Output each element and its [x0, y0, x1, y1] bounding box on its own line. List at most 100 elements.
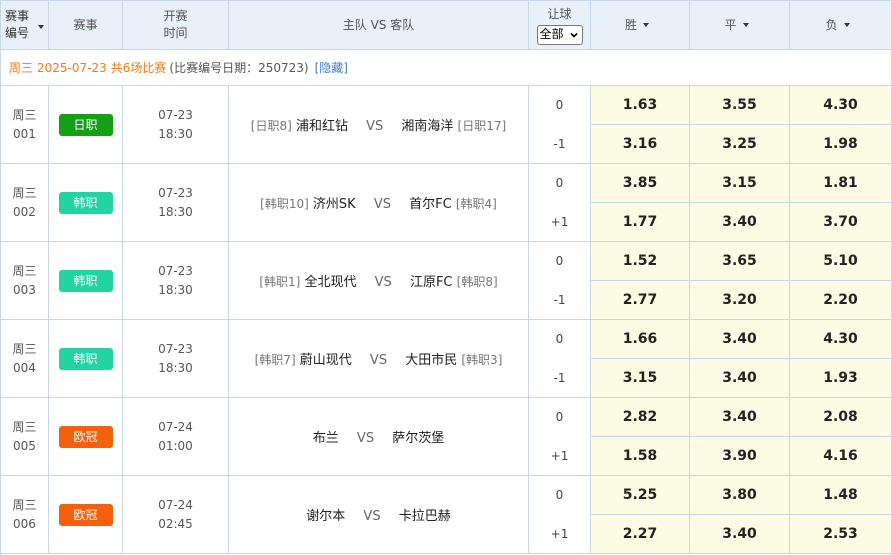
odds-button[interactable]: 1.63: [591, 86, 689, 125]
home-team[interactable]: 谢尔本: [306, 509, 345, 524]
lose-odds: 4.30 1.93: [790, 320, 891, 397]
league-badge[interactable]: 韩职: [58, 269, 113, 292]
odds-button[interactable]: 3.25: [690, 124, 789, 163]
odds-button[interactable]: 2.27: [591, 514, 689, 553]
league-badge[interactable]: 欧冠: [58, 503, 113, 526]
league-cell: 韩职: [49, 320, 123, 397]
home-team[interactable]: 全北现代: [304, 275, 356, 290]
handicap-filter-select[interactable]: 全部: [536, 24, 583, 45]
odds-button[interactable]: 1.98: [790, 124, 891, 163]
kickoff-time: 07-23 18:30: [123, 86, 229, 163]
league-cell: 韩职: [49, 242, 123, 319]
away-team[interactable]: 大田市民: [405, 353, 457, 368]
odds-button[interactable]: 3.90: [690, 436, 789, 475]
home-team[interactable]: 蔚山现代: [300, 353, 352, 368]
away-team[interactable]: 湘南海洋: [401, 119, 453, 134]
lose-odds: 5.10 2.20: [790, 242, 891, 319]
handicap-cell: 0 +1: [529, 164, 591, 241]
odds-button[interactable]: 2.77: [591, 280, 689, 319]
home-rank: [韩职10]: [260, 197, 309, 211]
draw-odds: 3.40 3.40: [690, 320, 790, 397]
odds-button[interactable]: 3.40: [690, 514, 789, 553]
draw-odds: 3.15 3.40: [690, 164, 790, 241]
league-badge[interactable]: 欧冠: [58, 425, 113, 448]
odds-button[interactable]: 4.30: [790, 86, 891, 125]
odds-button[interactable]: 5.10: [790, 242, 891, 281]
header-match-no[interactable]: 赛事 编号: [1, 1, 49, 49]
date-info-bar: 周三 2025-07-23 共6场比赛 (比赛编号日期：250723) [隐藏]: [1, 50, 891, 86]
draw-odds: 3.40 3.90: [690, 398, 790, 475]
header-kickoff: 开赛 时间: [123, 1, 229, 49]
odds-button[interactable]: 3.65: [690, 242, 789, 281]
odds-button[interactable]: 1.77: [591, 202, 689, 241]
handicap-value: -1: [553, 136, 566, 151]
header-win[interactable]: 胜: [591, 1, 690, 49]
odds-button[interactable]: 2.53: [790, 514, 891, 553]
handicap-value: 0: [555, 488, 564, 503]
odds-button[interactable]: 3.16: [591, 124, 689, 163]
odds-button[interactable]: 2.20: [790, 280, 891, 319]
home-team[interactable]: 济州SK: [313, 197, 356, 212]
odds-button[interactable]: 4.16: [790, 436, 891, 475]
odds-button[interactable]: 3.15: [690, 164, 789, 203]
odds-button[interactable]: 5.25: [591, 476, 689, 515]
vs-label: VS: [363, 509, 381, 524]
kickoff-time: 07-23 18:30: [123, 242, 229, 319]
odds-button[interactable]: 2.82: [591, 398, 689, 437]
league-badge[interactable]: 韩职: [58, 191, 113, 214]
teams-cell: [韩职7] 蔚山现代 VS 大田市民 [韩职3]: [229, 320, 529, 397]
handicap-cell: 0 -1: [529, 320, 591, 397]
handicap-value: 0: [555, 176, 564, 191]
away-team[interactable]: 卡拉巴赫: [399, 509, 451, 524]
header-lose[interactable]: 负: [790, 1, 891, 49]
odds-button[interactable]: 3.80: [690, 476, 789, 515]
odds-button[interactable]: 3.40: [690, 202, 789, 241]
odds-button[interactable]: 1.93: [790, 358, 891, 397]
sort-caret-icon: [742, 23, 749, 27]
odds-button[interactable]: 1.66: [591, 320, 689, 359]
odds-button[interactable]: 3.15: [591, 358, 689, 397]
home-rank: [日职8]: [250, 119, 292, 133]
draw-odds: 3.80 3.40: [690, 476, 790, 553]
away-team[interactable]: 江原FC: [410, 275, 453, 290]
handicap-cell: 0 +1: [529, 398, 591, 475]
handicap-value: 0: [555, 254, 564, 269]
handicap-value: 0: [555, 98, 564, 113]
odds-button[interactable]: 1.81: [790, 164, 891, 203]
odds-button[interactable]: 3.40: [690, 398, 789, 437]
odds-button[interactable]: 1.58: [591, 436, 689, 475]
odds-button[interactable]: 3.40: [690, 320, 789, 359]
league-badge[interactable]: 日职: [58, 113, 113, 136]
kickoff-time: 07-23 18:30: [123, 320, 229, 397]
odds-button[interactable]: 3.85: [591, 164, 689, 203]
handicap-value: 0: [555, 410, 564, 425]
odds-button[interactable]: 1.48: [790, 476, 891, 515]
away-rank: [日职17]: [457, 119, 507, 133]
away-team[interactable]: 首尔FC: [409, 197, 452, 212]
teams-cell: [韩职10] 济州SK VS 首尔FC [韩职4]: [229, 164, 529, 241]
chevron-down-icon: [569, 32, 578, 38]
vs-label: VS: [373, 197, 391, 212]
odds-button[interactable]: 1.52: [591, 242, 689, 281]
odds-button[interactable]: 3.55: [690, 86, 789, 125]
header-draw[interactable]: 平: [690, 1, 790, 49]
home-team[interactable]: 浦和红钻: [296, 119, 348, 134]
vs-label: VS: [356, 431, 375, 446]
home-team[interactable]: 布兰: [313, 431, 339, 446]
handicap-value: 0: [555, 332, 564, 347]
odds-button[interactable]: 3.20: [690, 280, 789, 319]
odds-button[interactable]: 4.30: [790, 320, 891, 359]
hide-link[interactable]: [隐藏]: [315, 59, 348, 76]
header-handicap: 让球 全部: [529, 1, 591, 49]
away-team[interactable]: 萨尔茨堡: [392, 431, 444, 446]
match-row: 周三 002 韩职 07-23 18:30 [韩职10] 济州SK VS 首尔FC …: [1, 164, 891, 242]
league-cell: 欧冠: [49, 476, 123, 553]
sort-caret-icon: [843, 23, 850, 27]
win-odds: 1.52 2.77: [591, 242, 690, 319]
odds-button[interactable]: 2.08: [790, 398, 891, 437]
league-cell: 韩职: [49, 164, 123, 241]
league-badge[interactable]: 韩职: [58, 347, 113, 370]
odds-button[interactable]: 3.40: [690, 358, 789, 397]
odds-button[interactable]: 3.70: [790, 202, 891, 241]
vs-label: VS: [374, 275, 392, 290]
